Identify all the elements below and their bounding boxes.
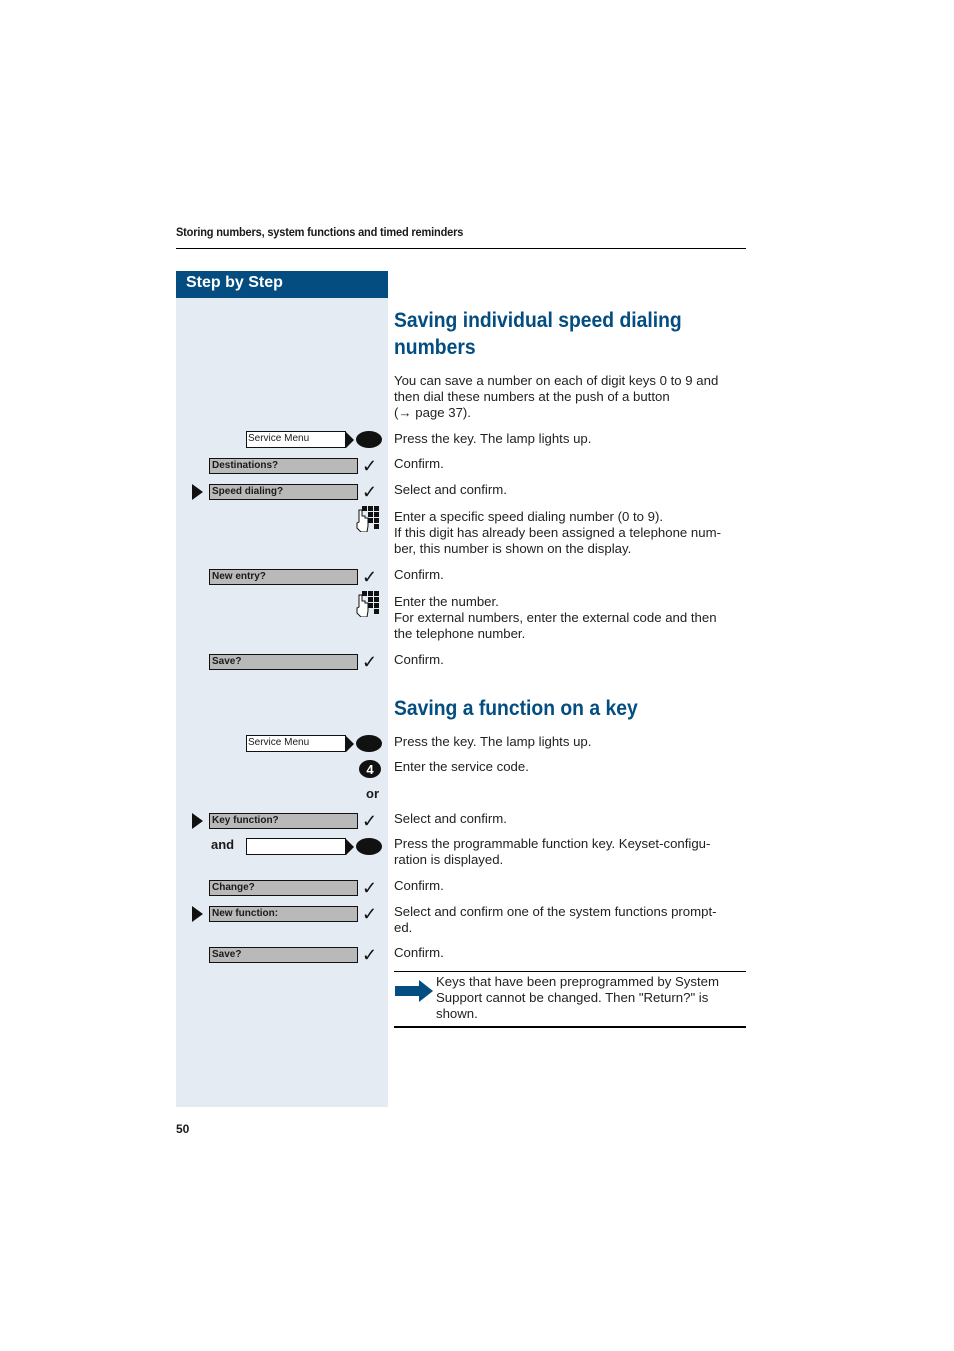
step-text: For external numbers, enter the external… [394, 610, 717, 625]
intro-line: (→ page 37). [394, 405, 471, 420]
step-text: Select and confirm one of the system fun… [394, 904, 717, 919]
service-menu-display[interactable]: Service Menu [246, 735, 346, 752]
step-by-step-column [176, 298, 388, 1107]
service-menu-display[interactable]: Service Menu [246, 431, 346, 448]
step-text: Enter the service code. [394, 759, 529, 774]
keypad-icon [356, 591, 379, 617]
pointer-icon [346, 839, 354, 855]
step-text: Press the programmable function key. Key… [394, 836, 711, 851]
connector-and: and [211, 837, 235, 852]
step-text: ber, this number is shown on the display… [394, 541, 632, 556]
step-text: Enter a specific speed dialing number (0… [394, 509, 664, 524]
step-text: ration is displayed. [394, 852, 504, 867]
lamp-key-icon[interactable] [356, 838, 382, 855]
page-number: 50 [176, 1122, 190, 1136]
intro-line: You can save a number on each of digit k… [394, 373, 719, 388]
arrow-right-icon [192, 906, 203, 922]
step-text: Confirm. [394, 567, 444, 582]
section-title-function-key: Saving a function on a key [394, 697, 638, 720]
function-key-display[interactable] [246, 838, 346, 855]
digit-key-icon[interactable]: 4 [359, 760, 381, 778]
section-title-speed-dialing-cont: numbers [394, 336, 476, 359]
connector-or: or [366, 786, 379, 801]
check-icon[interactable]: ✓ [362, 483, 377, 501]
lamp-key-icon[interactable] [356, 431, 382, 448]
check-icon[interactable]: ✓ [362, 812, 377, 830]
note-text: Keys that have been preprogrammed by Sys… [436, 974, 719, 989]
intro-line: then dial these numbers at the push of a… [394, 389, 670, 404]
check-icon[interactable]: ✓ [362, 905, 377, 923]
display-new-entry[interactable]: New entry? [209, 569, 358, 585]
keypad-icon [356, 506, 379, 532]
step-text: the telephone number. [394, 626, 526, 641]
note-text: shown. [436, 1006, 478, 1021]
running-header: Storing numbers, system functions and ti… [176, 225, 464, 239]
check-icon[interactable]: ✓ [362, 879, 377, 897]
step-text: If this digit has already been assigned … [394, 525, 721, 540]
step-text: Enter the number. [394, 594, 499, 609]
step-text: Press the key. The lamp lights up. [394, 431, 592, 446]
check-icon[interactable]: ✓ [362, 568, 377, 586]
arrow-right-icon [192, 484, 203, 500]
step-by-step-header: Step by Step [176, 271, 388, 298]
step-text: Press the key. The lamp lights up. [394, 734, 592, 749]
section-title-speed-dialing: Saving individual speed dialing [394, 309, 682, 332]
pointer-icon [346, 432, 354, 448]
step-text: ed. [394, 920, 413, 935]
display-change[interactable]: Change? [209, 880, 358, 896]
note-top-rule [394, 971, 746, 972]
check-icon[interactable]: ✓ [362, 653, 377, 671]
display-key-function[interactable]: Key function? [209, 813, 358, 829]
note-arrow-icon [395, 980, 433, 1002]
note-bottom-rule [394, 1026, 746, 1028]
display-new-function[interactable]: New function: [209, 906, 358, 922]
header-divider [176, 248, 746, 249]
check-icon[interactable]: ✓ [362, 457, 377, 475]
lamp-key-icon[interactable] [356, 735, 382, 752]
pointer-icon [346, 736, 354, 752]
display-save[interactable]: Save? [209, 654, 358, 670]
note-text: Support cannot be changed. Then "Return?… [436, 990, 709, 1005]
display-speed-dialing[interactable]: Speed dialing? [209, 484, 358, 500]
digit-label: 4 [366, 762, 374, 777]
step-text: Select and confirm. [394, 482, 507, 497]
step-text: Confirm. [394, 456, 444, 471]
display-save[interactable]: Save? [209, 947, 358, 963]
step-text: Confirm. [394, 652, 444, 667]
step-text: Select and confirm. [394, 811, 507, 826]
display-destinations[interactable]: Destinations? [209, 458, 358, 474]
step-text: Confirm. [394, 878, 444, 893]
arrow-right-icon [192, 813, 203, 829]
step-text: Confirm. [394, 945, 444, 960]
check-icon[interactable]: ✓ [362, 946, 377, 964]
